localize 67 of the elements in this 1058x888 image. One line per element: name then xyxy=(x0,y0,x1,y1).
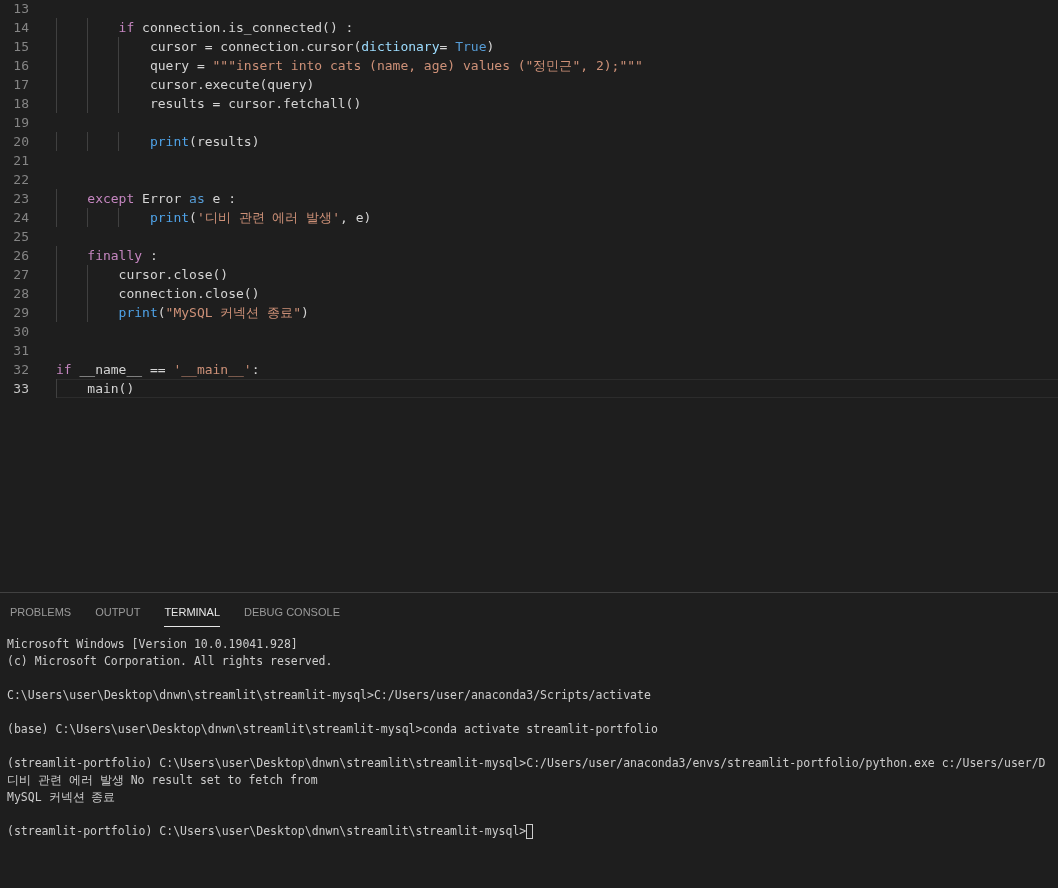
line-number: 24 xyxy=(12,208,29,227)
panel-tab[interactable]: TERMINAL xyxy=(164,599,220,627)
line-number: 16 xyxy=(12,56,29,75)
code-token: """insert into cats (name, age) values ("정민근", 2);""" xyxy=(212,56,643,75)
code-token: connection.close() xyxy=(117,284,260,303)
code-token: ) xyxy=(486,37,495,56)
code-token: True xyxy=(455,37,487,56)
terminal-line: C:\Users\user\Desktop\dnwn\streamlit\streamlit-mysql>C:/Users/user/anaconda3/Scripts/activate xyxy=(7,686,651,704)
code-token: results = cursor.fetchall() xyxy=(148,94,362,113)
code-token: main() xyxy=(86,379,135,398)
terminal-line: Microsoft Windows [Version 10.0.19041.928] xyxy=(7,635,298,653)
line-number: 20 xyxy=(12,132,29,151)
line-number: 15 xyxy=(12,37,29,56)
code-token: : xyxy=(251,360,260,379)
line-number: 30 xyxy=(12,322,29,341)
line-number: 27 xyxy=(12,265,29,284)
terminal-line: 디비 관련 에러 발생 No result set to fetch from xyxy=(7,771,318,789)
code-token: '__main__' xyxy=(173,360,252,379)
code-token: print xyxy=(148,132,190,151)
line-number: 17 xyxy=(12,75,29,94)
code-token: if xyxy=(56,360,72,379)
code-token: "MySQL 커넥션 종료" xyxy=(165,303,302,322)
line-number: 14 xyxy=(12,18,29,37)
code-token: connection.is_connected() : xyxy=(141,18,354,37)
terminal-line: (streamlit-portfolio) C:\Users\user\Desktop\dnwn\streamlit\streamlit-mysql>C:/Users/user/anaconda3/envs/streamlit-portfolio/python.exe c:/Users/user/D xyxy=(7,754,1046,772)
code-token: '디비 관련 에러 발생' xyxy=(196,208,341,227)
panel-tab[interactable]: OUTPUT xyxy=(95,599,141,627)
code-token: ( xyxy=(189,208,197,227)
code-token: e : xyxy=(211,189,237,208)
line-number: 31 xyxy=(12,341,29,360)
code-token: except xyxy=(86,189,135,208)
code-token: (results) xyxy=(189,132,260,151)
line-number: 18 xyxy=(12,94,29,113)
code-token: , e) xyxy=(340,208,372,227)
code-token: cursor = connection.cursor( xyxy=(148,37,362,56)
code-token: cursor.close() xyxy=(117,265,229,284)
code-token: cursor.execute(query) xyxy=(148,75,315,94)
code-token: = xyxy=(439,37,449,56)
panel-tab[interactable]: PROBLEMS xyxy=(10,599,72,627)
line-number: 23 xyxy=(12,189,29,208)
code-token: if xyxy=(117,18,135,37)
line-number: 21 xyxy=(12,151,29,170)
code-token: : xyxy=(148,246,158,265)
code-token: Error xyxy=(141,189,183,208)
code-token: print xyxy=(117,303,158,322)
line-number: 28 xyxy=(12,284,29,303)
line-number: 22 xyxy=(12,170,29,189)
code-token: finally xyxy=(86,246,143,265)
line-number: 32 xyxy=(12,360,29,379)
code-token: ) xyxy=(301,303,309,322)
line-number: 33 xyxy=(12,379,29,398)
code-token: query = xyxy=(148,56,206,75)
terminal-line: (streamlit-portfolio) C:\Users\user\Desktop\dnwn\streamlit\streamlit-mysql> xyxy=(7,822,527,840)
code-token: __name__ == xyxy=(78,360,167,379)
line-number: 29 xyxy=(12,303,29,322)
code-token: as xyxy=(189,189,205,208)
line-number: 13 xyxy=(12,0,29,18)
code-token: dictionary xyxy=(361,37,440,56)
terminal-line: MySQL 커넥션 종료 xyxy=(7,788,116,806)
code-token: ( xyxy=(157,303,166,322)
line-number: 26 xyxy=(12,246,29,265)
code-token: print xyxy=(148,208,190,227)
line-number: 25 xyxy=(12,227,29,246)
panel-tab[interactable]: DEBUG CONSOLE xyxy=(244,599,340,627)
terminal-line: (c) Microsoft Corporation. All rights reserved. xyxy=(7,652,333,670)
terminal-line: (base) C:\Users\user\Desktop\dnwn\streamlit\streamlit-mysql>conda activate streamlit-portfolio xyxy=(7,720,658,738)
line-number: 19 xyxy=(12,113,29,132)
